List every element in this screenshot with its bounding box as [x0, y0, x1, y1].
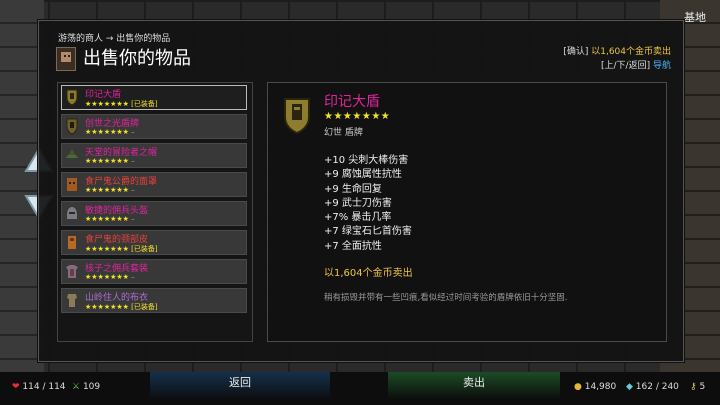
stat-line: +7% 暴击几率 — [324, 212, 392, 224]
gem-icon: ◆ — [626, 382, 633, 392]
sell-panel: 游荡的商人 → 出售你的物品 出售你的物品 [确认] 以1,604个金币卖出 [… — [38, 20, 684, 402]
nav-key-hint: [上/下/返回] — [601, 61, 651, 71]
shield-icon — [66, 89, 78, 106]
cloth-icon — [67, 294, 77, 307]
gold-display: ● 14,980 — [574, 382, 616, 392]
shield-icon — [66, 118, 78, 135]
item-description: 稍有损毁并带有一些凹痕,看似经过时间考验的盾牌依旧十分坚固. — [324, 293, 568, 303]
sell-button[interactable]: 卖出 — [388, 372, 560, 398]
stat-line: +7 全面抗性 — [324, 240, 382, 252]
detail-item-type: 幻世 盾牌 — [324, 128, 363, 138]
list-item[interactable]: 食尸鬼公爵的面罩 ★★★★★★★ – — [61, 172, 247, 197]
item-detail: 印记大盾 ★★★★★★★ 幻世 盾牌 +10 尖刺大棒伤害 +9 腐蚀属性抗性 … — [267, 82, 667, 342]
nav-action-hint: 导航 — [652, 61, 671, 71]
key-display: ⚷ 5 — [690, 382, 705, 392]
list-item[interactable]: 山岭住人的布衣 ★★★★★★★ [已装备] — [61, 288, 247, 313]
control-hints: [确认] 以1,604个金币卖出 [上/下/返回] 导航 — [563, 45, 671, 73]
key-value: 5 — [699, 382, 706, 392]
item-rarity-stars: ★★★★★★★ – — [85, 273, 135, 281]
bottom-bar: ❤ 114 / 114 ⚔ 109 返回 卖出 ● 14,980 ◆ 162 /… — [0, 372, 720, 405]
health-value: 114 / 114 — [22, 382, 66, 392]
armor-icon — [66, 265, 78, 278]
sword-icon: ⚔ — [72, 382, 81, 392]
list-item[interactable]: 印记大盾 ★★★★★★★ [已装备] — [61, 85, 247, 110]
item-list: 印记大盾 ★★★★★★★ [已装备] 创世之光盾牌 ★★★★★★★ – 天堂的冒… — [57, 82, 253, 402]
stat-line: +9 腐蚀属性抗性 — [324, 169, 402, 181]
confirm-key-hint: [确认] — [563, 47, 589, 57]
merchant-avatar — [56, 47, 76, 71]
gem-display: ◆ 162 / 240 — [626, 382, 679, 392]
detail-item-name: 印记大盾 — [324, 94, 380, 110]
stat-line: +9 武士刀伤害 — [324, 197, 392, 209]
stat-line: +7 绿宝石匕首伤害 — [324, 226, 412, 238]
detail-stats: +10 尖刺大棒伤害 +9 腐蚀属性抗性 +9 生命回复 +9 武士刀伤害 +7… — [324, 154, 412, 254]
helmet-icon — [67, 207, 77, 219]
neck-icon — [68, 236, 76, 249]
list-item[interactable]: 核子之佣兵套装 ★★★★★★★ – — [61, 259, 247, 284]
sell-price: 以1,604个金币卖出 — [324, 268, 413, 279]
stamina-display: ⚔ 109 — [72, 382, 100, 392]
detail-rarity-stars: ★★★★★★★ — [324, 111, 391, 122]
item-rarity-stars: ★★★★★★★ [已装备] — [85, 303, 158, 311]
back-button[interactable]: 返回 — [150, 372, 330, 398]
item-rarity-stars: ★★★★★★★ – — [85, 186, 135, 194]
item-rarity-stars: ★★★★★★★ – — [85, 215, 135, 223]
confirm-action-hint: 以1,604个金币卖出 — [591, 47, 671, 57]
coin-icon: ● — [574, 382, 582, 392]
heart-icon: ❤ — [12, 382, 20, 392]
key-icon: ⚷ — [690, 382, 697, 392]
item-rarity-stars: ★★★★★★★ [已装备] — [85, 245, 158, 253]
health-display: ❤ 114 / 114 — [12, 382, 66, 392]
breadcrumb: 游荡的商人 → 出售你的物品 — [58, 34, 171, 44]
list-item[interactable]: 食尸鬼的颈部皮 ★★★★★★★ [已装备] — [61, 230, 247, 255]
hat-icon — [66, 150, 78, 158]
shield-icon — [284, 98, 310, 135]
mask-icon — [67, 178, 77, 191]
location-label: 基地 — [684, 11, 706, 24]
item-rarity-stars: ★★★★★★★ – — [85, 128, 135, 136]
gem-value: 162 / 240 — [635, 382, 679, 392]
list-item[interactable]: 天堂的冒险者之帽 ★★★★★★★ – — [61, 143, 247, 168]
item-rarity-stars: ★★★★★★★ [已装备] — [85, 100, 158, 108]
stat-line: +10 尖刺大棒伤害 — [324, 155, 409, 166]
stat-line: +9 生命回复 — [324, 183, 382, 195]
item-rarity-stars: ★★★★★★★ – — [85, 157, 135, 165]
list-item[interactable]: 敏捷的佣兵头盔 ★★★★★★★ – — [61, 201, 247, 226]
stamina-value: 109 — [82, 382, 101, 392]
page-title: 出售你的物品 — [83, 48, 191, 69]
gold-value: 14,980 — [584, 382, 617, 392]
list-item[interactable]: 创世之光盾牌 ★★★★★★★ – — [61, 114, 247, 139]
